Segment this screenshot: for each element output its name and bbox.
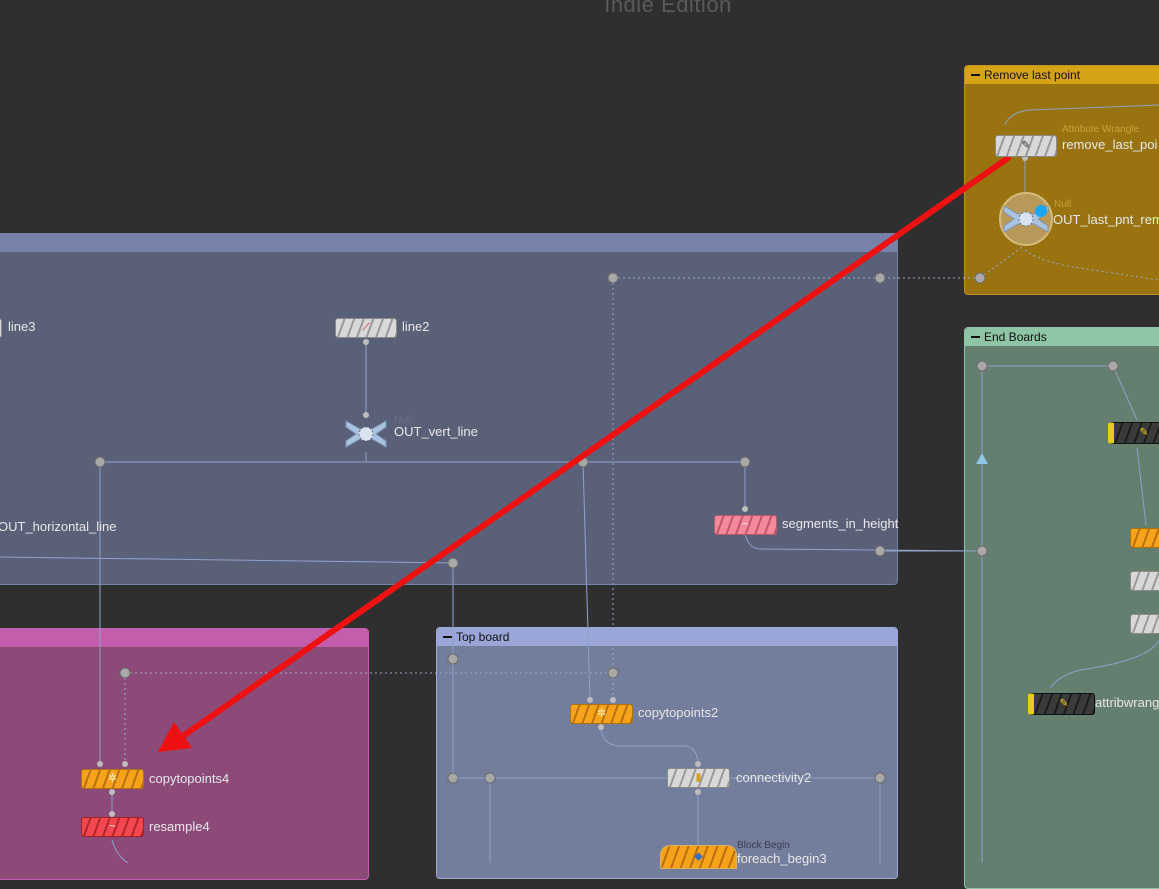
wrangle-icon: ✎ xyxy=(1059,697,1069,710)
remove-last-point-node[interactable]: ✎ xyxy=(995,135,1057,157)
segments-in-height-node[interactable]: ~ xyxy=(714,515,777,535)
out-last-pnt-rem-label: OUT_last_pnt_rem xyxy=(1053,212,1159,227)
end-boards-wrangle-node[interactable]: ✎ xyxy=(1108,422,1159,444)
line2-label: line2 xyxy=(402,319,430,334)
line2-node[interactable]: ⟋ xyxy=(335,318,397,338)
copytopoints2-node[interactable]: ✲ xyxy=(570,704,633,724)
copy-icon: ✲ xyxy=(596,707,607,720)
out-vert-line-node[interactable] xyxy=(343,415,389,453)
resample-icon: ~ xyxy=(742,518,749,531)
wrangle-icon: ✎ xyxy=(1021,139,1031,152)
out-last-pnt-rem-node[interactable] xyxy=(998,192,1054,246)
resample4-node[interactable]: ~ xyxy=(81,817,144,837)
foreach-begin3-label: foreach_begin3 xyxy=(737,851,827,866)
remove-last-point-type: Attribute Wrangle xyxy=(1062,124,1140,135)
foreach-begin3-type: Block Begin xyxy=(737,840,790,851)
attribwrangle-node[interactable]: ✎ xyxy=(1028,693,1095,715)
end-boards-gray-node-2[interactable] xyxy=(1130,614,1159,634)
remove-last-point-label: remove_last_poi xyxy=(1062,137,1158,152)
copytopoints4-node[interactable]: ✲ xyxy=(81,769,144,789)
out-last-pnt-rem-type: Null xyxy=(1054,199,1072,210)
wrangle-icon: ✎ xyxy=(1139,426,1149,439)
block-begin-icon: ◆ xyxy=(694,850,703,863)
node-wires xyxy=(0,104,1159,863)
resample4-label: resample4 xyxy=(149,819,210,834)
copytopoints4-label: copytopoints4 xyxy=(149,771,230,786)
end-boards-orange-node[interactable] xyxy=(1130,528,1159,548)
resample-icon: ~ xyxy=(109,820,116,833)
foreach-begin3-node[interactable]: ◆ xyxy=(660,845,737,869)
out-horizontal-line-label: OUT_horizontal_line xyxy=(0,519,117,534)
copy-icon: ✲ xyxy=(107,772,118,785)
attribwrangle-label: attribwrang xyxy=(1095,695,1159,710)
line-icon: ⟋ xyxy=(362,321,370,334)
out-vert-line-label: OUT_vert_line xyxy=(394,424,478,439)
end-boards-gray-node-1[interactable] xyxy=(1130,571,1159,591)
line3-label: line3 xyxy=(8,319,36,334)
line3-node[interactable] xyxy=(0,318,2,338)
connectivity2-node[interactable]: ▮ xyxy=(667,768,730,788)
copytopoints2-label: copytopoints2 xyxy=(638,705,719,720)
connectivity2-label: connectivity2 xyxy=(736,770,812,785)
connectivity-icon: ▮ xyxy=(695,771,702,784)
null-cross-icon xyxy=(345,420,387,448)
segments-in-height-label: segments_in_height xyxy=(782,516,899,531)
